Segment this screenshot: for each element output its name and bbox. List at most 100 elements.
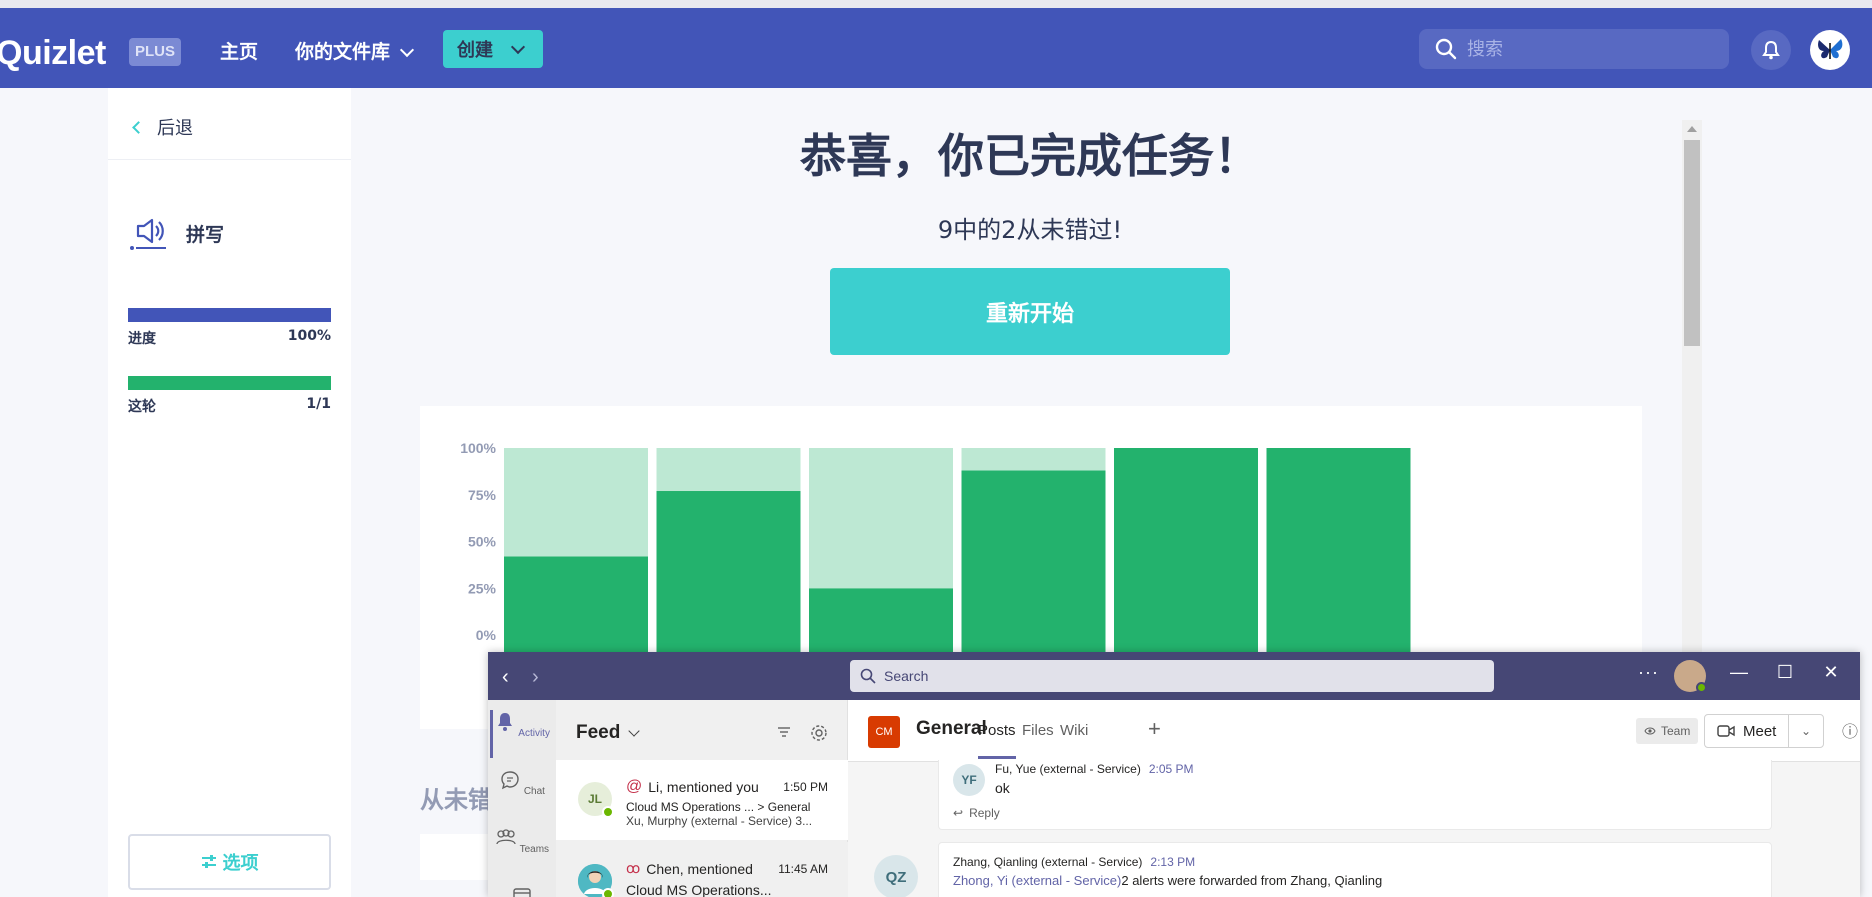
bar-remaining [656, 448, 801, 492]
forward-arrow-icon[interactable]: › [532, 666, 539, 689]
app-bar-chat[interactable]: Chat [488, 770, 556, 797]
restart-button[interactable]: 重新开始 [830, 268, 1230, 355]
message-text: ok [995, 780, 1010, 796]
back-label: 后退 [157, 118, 193, 139]
feed-item-title-row: @ Li, mentioned you [626, 778, 759, 796]
back-button[interactable]: 后退 [132, 114, 193, 140]
teams-titlebar: ‹ › ··· — ☐ ✕ [488, 652, 1860, 700]
presence-available-icon [602, 806, 614, 818]
chevron-down-icon [628, 725, 641, 737]
y-tick-label: 100% [460, 440, 496, 456]
message-author-row: Fu, Yue (external - Service) 2:05 PM [995, 762, 1194, 776]
add-tab-icon[interactable]: + [1148, 716, 1161, 742]
maximize-icon[interactable]: ☐ [1770, 662, 1800, 683]
message-text-row: Zhong, Yi (external - Service)2 alerts w… [953, 873, 1382, 888]
create-button-label: 创建 [457, 40, 493, 61]
app-bar-calendar[interactable] [488, 886, 556, 897]
search-box[interactable] [1419, 29, 1729, 69]
filter-icon[interactable] [776, 724, 792, 740]
video-camera-icon [1717, 725, 1735, 737]
tab-wiki[interactable]: Wiki [1060, 722, 1088, 739]
scroll-up-icon[interactable] [1687, 126, 1697, 132]
avatar [578, 864, 614, 897]
message-author: Zhang, Qianling (external - Service) [953, 855, 1143, 869]
feed-header[interactable]: Feed [576, 722, 641, 744]
feed-item-preview: Xu, Murphy (external - Service) 3... [626, 814, 813, 828]
plus-badge: PLUS [129, 38, 181, 66]
y-tick-label: 75% [468, 487, 497, 503]
teams-search-box[interactable] [850, 660, 1494, 692]
avatar: QZ [874, 855, 918, 897]
message-author-row: Zhang, Qianling (external - Service) 2:13… [953, 855, 1195, 869]
progress-row: 进度 100% [128, 328, 331, 348]
team-badge-label: Team [1661, 724, 1691, 738]
speaker-icon [130, 218, 166, 250]
chevron-down-icon [399, 42, 415, 57]
message-time: 2:05 PM [1148, 762, 1194, 776]
feed-item[interactable]: ꝏ Chen, mentioned 11:45 AM Cloud MS Oper… [556, 842, 848, 897]
progress-value: 100% [287, 328, 331, 344]
mention-link[interactable]: Zhong, Yi (external - Service) [953, 873, 1121, 888]
progress-bar [128, 308, 331, 322]
calendar-icon [513, 888, 531, 897]
presence-available-icon [602, 888, 614, 897]
study-sidebar: 后退 拼写 进度 100% 这轮 1/1 选项 [108, 88, 351, 897]
page-title: 恭喜，你已完成任务！ [800, 129, 1260, 183]
feed-item[interactable]: JL @ Li, mentioned you 1:50 PM Cloud MS … [556, 760, 848, 840]
message-time: 2:13 PM [1150, 855, 1196, 869]
nav-library[interactable]: 你的文件库 [295, 38, 415, 66]
study-mode: 拼写 [128, 216, 224, 250]
butterfly-icon [1818, 39, 1843, 59]
search-icon [860, 668, 876, 684]
meet-now[interactable]: Meet [1705, 715, 1789, 747]
mode-label: 拼写 [186, 223, 225, 246]
quizlet-header: Quizlet PLUS 主页 你的文件库 创建 [0, 8, 1872, 88]
options-label: 选项 [222, 853, 259, 874]
app-bar-label: Activity [518, 728, 550, 739]
feed-item-location: Cloud MS Operations... [626, 882, 772, 897]
message-author: Fu, Yue (external - Service) [995, 762, 1141, 776]
search-input[interactable] [1467, 38, 1707, 60]
presence-available-icon [1696, 682, 1707, 693]
scrollbar-thumb[interactable] [1684, 140, 1700, 346]
channel-view: CM General Posts Files Wiki + Team Meet … [848, 700, 1860, 897]
chat-icon [501, 771, 519, 790]
meet-options-chevron-icon[interactable]: ⌄ [1789, 724, 1823, 738]
user-avatar[interactable] [1810, 30, 1850, 70]
back-arrow-icon[interactable]: ‹ [502, 666, 509, 689]
team-mention-icon: ꝏ [626, 860, 641, 876]
meet-button[interactable]: Meet ⌄ [1704, 714, 1824, 748]
y-tick-label: 50% [468, 534, 497, 550]
tab-files[interactable]: Files [1022, 722, 1054, 739]
app-bar-activity[interactable]: Activity [488, 712, 556, 739]
teams-icon [496, 829, 516, 845]
more-options-icon[interactable]: ··· [1638, 662, 1659, 683]
close-icon[interactable]: ✕ [1816, 662, 1846, 683]
quizlet-logo[interactable]: Quizlet [0, 34, 106, 73]
minimize-icon[interactable]: — [1724, 662, 1754, 683]
gear-icon[interactable] [810, 724, 828, 742]
teams-search-input[interactable] [884, 668, 1474, 684]
y-tick-label: 0% [476, 627, 497, 643]
profile-avatar[interactable] [1674, 660, 1707, 693]
divider [108, 159, 351, 160]
create-button[interactable]: 创建 [443, 30, 543, 68]
reply-button[interactable]: ↩ Reply [953, 806, 1000, 820]
tab-posts[interactable]: Posts [978, 722, 1016, 759]
notifications-button[interactable] [1751, 30, 1791, 70]
avatar: JL [578, 782, 614, 818]
info-icon[interactable]: ⓘ [1842, 718, 1858, 742]
nav-home[interactable]: 主页 [220, 38, 258, 66]
chevron-left-icon [132, 120, 145, 134]
message-post: Zhang, Qianling (external - Service) 2:13… [938, 842, 1772, 897]
app-bar-teams[interactable]: Teams [488, 828, 556, 855]
feed-actions [776, 724, 828, 742]
app-bar: Activity Chat Teams [488, 700, 556, 897]
avatar-initials: YF [961, 773, 977, 787]
mention-icon: @ [626, 778, 643, 795]
options-button[interactable]: 选项 [128, 834, 331, 890]
message-post: YF Fu, Yue (external - Service) 2:05 PM o… [938, 760, 1772, 830]
channel-header: CM General Posts Files Wiki + Team Meet … [848, 700, 1860, 762]
app-bar-label: Teams [519, 844, 550, 855]
round-label: 这轮 [128, 399, 156, 415]
